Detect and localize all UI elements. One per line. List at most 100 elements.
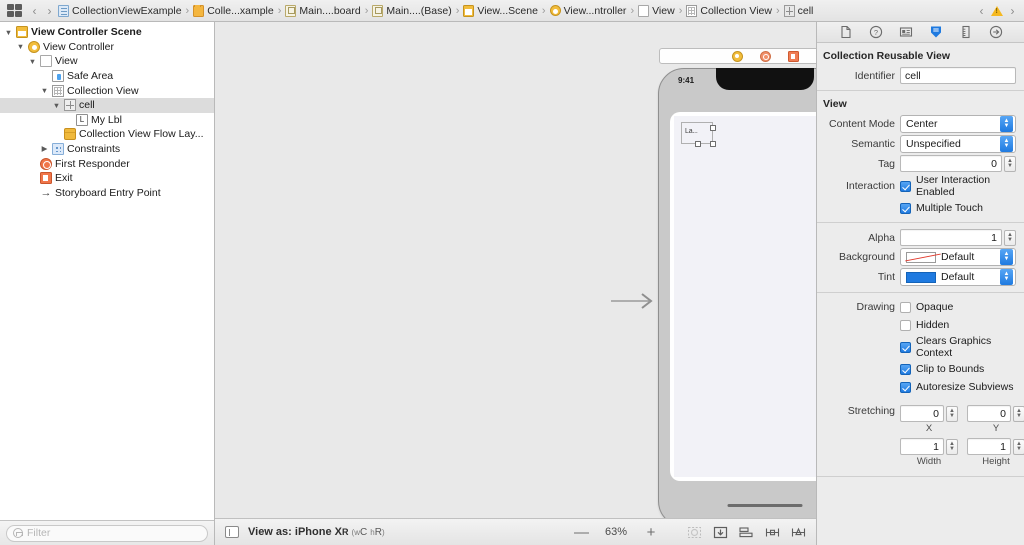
breadcrumb-prev-button[interactable]: ‹	[974, 4, 989, 18]
resize-handle-bottom-right[interactable]	[710, 141, 716, 147]
breadcrumb-item-1[interactable]: Colle...xample	[192, 4, 275, 17]
document-outline-tree[interactable]: ▼ View Controller Scene ▼ View Controller ▼ V…	[0, 22, 214, 520]
outline-row-cell[interactable]: ▼ cell	[0, 97, 214, 113]
outline-row-collection-view[interactable]: ▼ Collection View	[0, 83, 214, 98]
stretch-y-label: Y	[992, 423, 1000, 434]
outline-row-collection-view-flow-lay[interactable]: · Collection View Flow Lay...	[0, 127, 214, 142]
tag-input[interactable]: 0	[900, 155, 1002, 172]
document-outline-toggle-button[interactable]	[225, 526, 239, 538]
quick-help-inspector-icon[interactable]: ?	[869, 25, 883, 39]
breadcrumb-item-5[interactable]: View...ntroller	[549, 5, 628, 17]
outline-row-view-controller-scene[interactable]: ▼ View Controller Scene	[0, 25, 214, 40]
view-as-label[interactable]: View as: iPhone XR (wC hR)	[248, 526, 385, 538]
stretch-x-stepper[interactable]: ▲ ▼	[946, 405, 958, 422]
breadcrumb-next-button[interactable]: ›	[1005, 4, 1020, 18]
status-bar-time: 9:41	[678, 76, 695, 85]
scene-dock[interactable]	[659, 48, 816, 64]
semantic-popup[interactable]: Unspecified ▲ ▼	[900, 135, 1016, 153]
content-mode-popup[interactable]: Center ▲ ▼	[900, 115, 1016, 133]
content-mode-row: Content Mode Center ▲ ▼	[817, 114, 1024, 134]
autoresize-subviews-checkbox[interactable]	[900, 381, 911, 393]
update-frames-icon[interactable]	[687, 526, 702, 539]
outline-row-first-responder[interactable]: · First Responder	[0, 156, 214, 171]
chevron-updown-icon[interactable]: ▲ ▼	[1000, 136, 1013, 152]
outline-row-exit[interactable]: · Exit	[0, 171, 214, 186]
warning-triangle-icon[interactable]	[991, 5, 1003, 16]
filter-bar: Filter	[0, 520, 214, 545]
identifier-input[interactable]: cell	[900, 67, 1016, 84]
file-inspector-icon[interactable]	[839, 25, 853, 39]
storyboard-file-icon	[285, 4, 297, 17]
chevron-updown-icon[interactable]: ▲ ▼	[1000, 249, 1013, 265]
add-new-constraints-icon[interactable]	[765, 526, 780, 539]
zoom-in-button[interactable]: +	[644, 525, 658, 540]
disclosure-triangle-open-icon[interactable]: ▼	[52, 102, 61, 110]
stretch-y-input[interactable]: 0	[967, 405, 1011, 422]
embed-in-icon[interactable]	[713, 526, 728, 539]
disclosure-triangle-open-icon[interactable]: ▼	[28, 58, 37, 66]
outline-row-constraints[interactable]: ▶ Constraints	[0, 142, 214, 157]
alpha-stepper[interactable]: ▲ ▼	[1004, 229, 1016, 246]
filter-input[interactable]: Filter	[6, 524, 208, 542]
resize-handle-top-right[interactable]	[710, 125, 716, 131]
stretch-height-input[interactable]: 1	[967, 438, 1011, 455]
background-color-popup[interactable]: Default ▲ ▼	[900, 248, 1016, 266]
zoom-out-button[interactable]: —	[574, 525, 589, 540]
tag-stepper[interactable]: ▲ ▼	[1004, 155, 1016, 172]
alpha-input[interactable]: 1	[900, 229, 1002, 246]
chevron-updown-icon[interactable]: ▲ ▼	[1000, 269, 1013, 285]
stretch-height-stepper[interactable]: ▲ ▼	[1013, 438, 1024, 455]
view-controller-dock-icon[interactable]	[731, 50, 743, 62]
collection-view-canvas[interactable]: La...	[674, 116, 816, 477]
outline-row-safe-area[interactable]: · Safe Area	[0, 69, 214, 84]
breadcrumb-item-2[interactable]: Main....board	[284, 4, 361, 17]
storyboard-canvas[interactable]: 9:41 La...	[215, 22, 816, 518]
stretch-y-stepper[interactable]: ▲ ▼	[1013, 405, 1024, 422]
tint-color-popup[interactable]: Default ▲ ▼	[900, 268, 1016, 286]
clears-graphics-context-checkbox[interactable]	[900, 341, 911, 353]
hidden-checkbox[interactable]	[900, 319, 911, 331]
breadcrumb-item-0[interactable]: CollectionViewExample	[57, 4, 183, 17]
user-interaction-enabled-checkbox[interactable]	[900, 180, 911, 192]
breadcrumb-item-3[interactable]: Main....(Base)	[371, 4, 452, 17]
size-inspector-icon[interactable]	[959, 25, 973, 39]
disclosure-spacer: ·	[28, 160, 37, 168]
disclosure-triangle-open-icon[interactable]: ▼	[16, 43, 25, 51]
disclosure-triangle-open-icon[interactable]: ▼	[40, 87, 49, 95]
breadcrumb-item-6[interactable]: View	[637, 4, 676, 17]
resolve-auto-layout-issues-icon[interactable]	[791, 526, 806, 539]
breadcrumb-item-4[interactable]: View...Scene	[462, 4, 539, 17]
device-preview-iphone[interactable]: 9:41 La...	[658, 68, 816, 518]
outline-row-my-lbl[interactable]: ·LMy Lbl	[0, 113, 214, 128]
outline-row-view-controller[interactable]: ▼ View Controller	[0, 40, 214, 55]
connections-inspector-icon[interactable]	[989, 25, 1003, 39]
zoom-level-value[interactable]: 63%	[601, 526, 631, 538]
interaction-label: Interaction	[845, 180, 895, 192]
resize-handle-bottom-middle[interactable]	[695, 141, 701, 147]
breadcrumb-item-8[interactable]: cell	[783, 4, 815, 17]
attributes-inspector-icon[interactable]	[929, 25, 943, 39]
first-responder-dock-icon[interactable]	[759, 50, 771, 62]
jump-bar: ‹ › CollectionViewExample › Colle...xample…	[0, 0, 1024, 22]
identity-inspector-icon[interactable]	[899, 25, 913, 39]
disclosure-spacer: ·	[64, 116, 73, 124]
stretch-width-stepper[interactable]: ▲ ▼	[946, 438, 958, 455]
clip-to-bounds-checkbox[interactable]	[900, 363, 911, 375]
navigate-forward-button[interactable]: ›	[42, 4, 57, 18]
stretch-x-input[interactable]: 0	[900, 405, 944, 422]
chevron-updown-icon[interactable]: ▲ ▼	[1000, 116, 1013, 132]
disclosure-triangle-open-icon[interactable]: ▼	[4, 29, 13, 37]
outline-row-storyboard-entry-point[interactable]: ·→Storyboard Entry Point	[0, 186, 214, 201]
project-document-icon	[58, 4, 69, 17]
exit-dock-icon[interactable]	[787, 50, 799, 62]
outline-row-label: Exit	[55, 172, 73, 185]
opaque-checkbox[interactable]	[900, 301, 911, 313]
stretch-width-input[interactable]: 1	[900, 438, 944, 455]
navigate-back-button[interactable]: ‹	[27, 4, 42, 18]
breadcrumb-item-7[interactable]: Collection View	[685, 4, 773, 17]
disclosure-triangle-closed-icon[interactable]: ▶	[40, 145, 49, 153]
align-icon[interactable]	[739, 526, 754, 539]
multiple-touch-checkbox[interactable]	[900, 202, 911, 214]
editor-grid-icon[interactable]	[7, 4, 22, 17]
outline-row-view[interactable]: ▼ View	[0, 54, 214, 69]
